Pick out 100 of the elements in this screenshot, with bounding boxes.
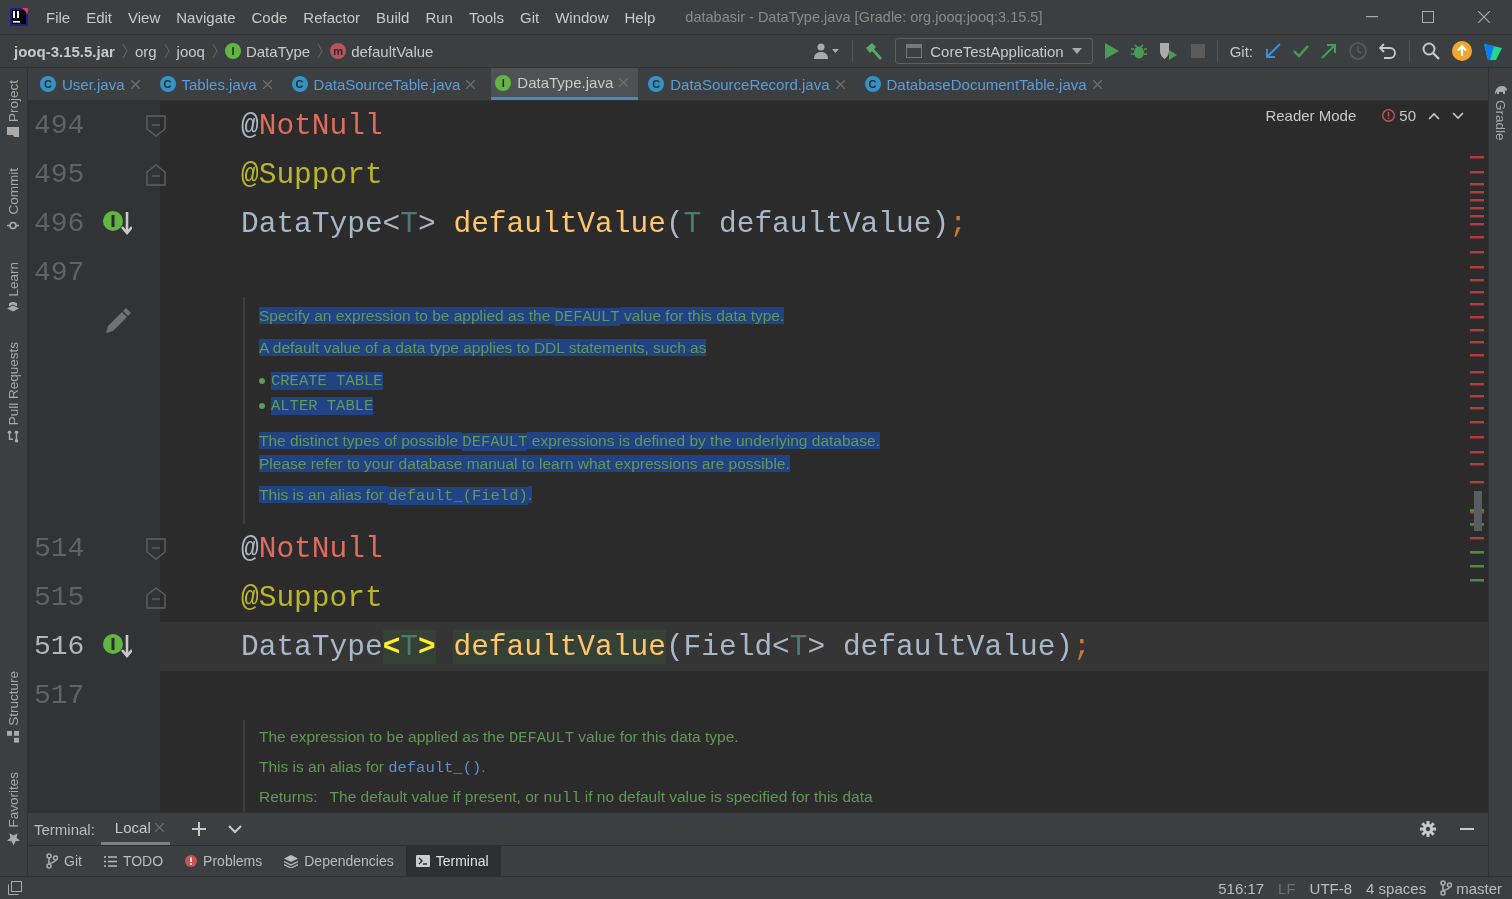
- code-line: DataType<T> defaultValue(Field<T> defaultValue);: [241, 629, 1091, 664]
- chevron-up-icon[interactable]: [1428, 111, 1440, 120]
- menu-item[interactable]: Help: [616, 8, 664, 26]
- search-icon[interactable]: [1422, 42, 1440, 60]
- hammer-icon[interactable]: [865, 42, 884, 60]
- tool-windows-icon[interactable]: [8, 881, 22, 895]
- run-configuration-dropdown[interactable]: CoreTestApplication: [895, 38, 1093, 64]
- close-icon[interactable]: [154, 823, 164, 832]
- editor-tab[interactable]: C User.java: [36, 68, 150, 100]
- line-number: 516: [34, 631, 86, 662]
- menu-item[interactable]: Navigate: [168, 8, 244, 26]
- doc-paragraph: The distinct types of possible DEFAULT expressions is defined by the underlying database. Please refer to your database manual to learn what expressions are possible.: [259, 431, 881, 474]
- breadcrumb[interactable]: org: [134, 42, 157, 60]
- fold-marker[interactable]: [146, 587, 166, 609]
- user-icon[interactable]: [814, 43, 841, 59]
- reader-mode-toggle[interactable]: Reader Mode: [1265, 107, 1357, 124]
- toolbox-icon[interactable]: [1484, 42, 1502, 60]
- fold-marker[interactable]: [146, 115, 166, 137]
- breadcrumb[interactable]: defaultValue: [351, 42, 434, 60]
- coverage-icon[interactable]: [1158, 42, 1179, 60]
- close-icon[interactable]: [466, 79, 476, 89]
- file-encoding[interactable]: UTF-8: [1309, 879, 1353, 897]
- tool-window-button[interactable]: Project: [6, 74, 21, 145]
- caret-icon: [1071, 48, 1082, 54]
- breadcrumb[interactable]: DataType: [245, 42, 311, 60]
- check-icon[interactable]: [1293, 44, 1309, 58]
- indent-setting[interactable]: 4 spaces: [1366, 879, 1427, 897]
- editor-tab[interactable]: I DataType.java: [491, 68, 639, 100]
- tool-window-tab[interactable]: Dependencies: [274, 846, 406, 876]
- tool-window-button[interactable]: Favorites: [6, 766, 21, 852]
- breadcrumb[interactable]: jooq-3.15.5.jar: [14, 42, 115, 60]
- settings-icon[interactable]: [1420, 821, 1436, 837]
- tool-window-button[interactable]: Pull Requests: [6, 336, 21, 450]
- app-logo-icon[interactable]: [10, 8, 28, 26]
- caret-position[interactable]: 516:17: [1218, 879, 1265, 897]
- menu-item[interactable]: Refactor: [295, 8, 369, 26]
- git-branch-icon: [46, 853, 58, 869]
- doc-list-item: CREATE TABLE: [271, 371, 383, 390]
- editor-tab[interactable]: C Tables.java: [155, 68, 282, 100]
- close-icon[interactable]: [262, 79, 272, 89]
- branch-icon: [1440, 880, 1453, 896]
- menu-item[interactable]: Git: [511, 8, 548, 26]
- chevron-down-icon[interactable]: [227, 824, 242, 834]
- menu-item[interactable]: Tools: [460, 8, 512, 26]
- doc-link[interactable]: default_(): [388, 759, 482, 777]
- update-icon[interactable]: [1452, 41, 1472, 61]
- minimize-icon[interactable]: [1366, 16, 1378, 18]
- menu-item[interactable]: Code: [243, 8, 296, 26]
- close-icon[interactable]: [130, 79, 140, 89]
- graduation-cap-icon: [7, 301, 20, 313]
- tool-window-tab[interactable]: TODO: [93, 846, 176, 876]
- problems-indicator[interactable]: 50: [1382, 107, 1416, 124]
- tool-window-button[interactable]: Learn: [6, 255, 21, 319]
- run-icon[interactable]: [1104, 43, 1119, 59]
- editor-tab[interactable]: C DataSourceRecord.java: [644, 68, 855, 100]
- menu-item[interactable]: View: [120, 8, 169, 26]
- terminal-label: Terminal:: [34, 820, 95, 838]
- tool-window-button[interactable]: Commit: [6, 162, 21, 238]
- elephant-icon: [1493, 84, 1508, 95]
- tool-window-tab[interactable]: Terminal: [405, 846, 501, 876]
- layers-icon: [284, 854, 299, 868]
- push-arrow-icon[interactable]: [1321, 43, 1337, 59]
- editor-tab[interactable]: C DatabaseDocumentTable.java: [860, 68, 1112, 100]
- interface-icon: I: [495, 74, 512, 91]
- tool-window-tab[interactable]: Git: [36, 846, 94, 876]
- close-icon[interactable]: [1092, 79, 1102, 89]
- breadcrumb[interactable]: jooq: [176, 42, 205, 60]
- editor-tab[interactable]: C DataSourceTable.java: [287, 68, 486, 100]
- code-line: @NotNull: [241, 531, 383, 566]
- error-icon: [185, 855, 198, 867]
- chevron-right-icon: [317, 43, 324, 59]
- doc-paragraph: This is an alias for default_(Field).: [259, 485, 534, 507]
- undo-icon[interactable]: [1379, 43, 1397, 59]
- git-label: Git:: [1229, 42, 1253, 60]
- chevron-right-icon: [121, 43, 128, 59]
- tool-window-tab[interactable]: Problems: [175, 846, 275, 876]
- class-icon: C: [291, 76, 308, 92]
- close-icon[interactable]: [1478, 11, 1490, 23]
- plus-icon[interactable]: [191, 822, 206, 836]
- update-arrow-icon[interactable]: [1265, 43, 1281, 59]
- commit-icon: [7, 219, 20, 232]
- chevron-down-icon[interactable]: [1452, 111, 1464, 120]
- doc-paragraph: This is an alias for default_().: [259, 757, 487, 779]
- doc-paragraph: The expression to be applied as the DEFAULT value for this data type.: [259, 727, 740, 749]
- maximize-icon[interactable]: [1422, 11, 1434, 23]
- window-icon: [906, 44, 923, 58]
- fold-marker[interactable]: [146, 538, 166, 560]
- fold-marker[interactable]: [146, 164, 166, 186]
- menu-item[interactable]: File: [38, 8, 79, 26]
- menu-item[interactable]: Run: [417, 8, 461, 26]
- bug-icon[interactable]: [1130, 43, 1147, 59]
- tool-window-button[interactable]: Structure: [6, 664, 21, 749]
- menu-item[interactable]: Edit: [78, 8, 121, 26]
- code-line: @Support: [241, 157, 383, 192]
- git-branch-widget[interactable]: master: [1440, 879, 1502, 897]
- tool-window-button[interactable]: Gradle: [1493, 78, 1508, 147]
- code-line: @Support: [241, 580, 383, 615]
- close-icon[interactable]: [835, 79, 845, 89]
- menu-item[interactable]: Window: [547, 8, 617, 26]
- menu-item[interactable]: Build: [368, 8, 418, 26]
